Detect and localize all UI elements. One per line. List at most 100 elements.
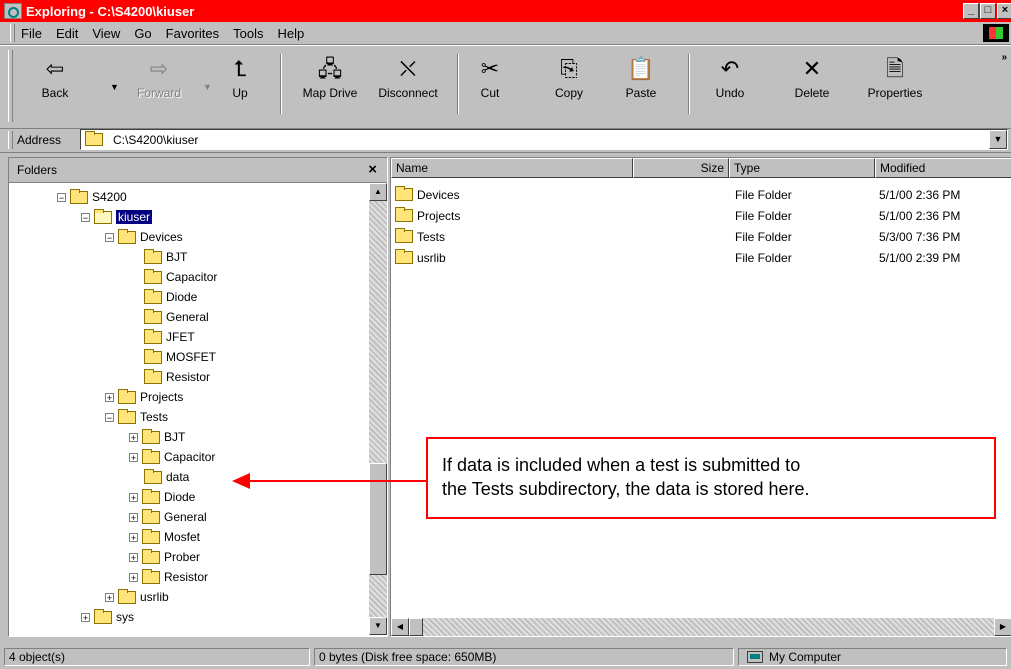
tree-item[interactable]: + BJT [129,427,185,447]
folder-icon [70,188,88,204]
callout-arrowhead-icon [232,473,250,489]
expand-icon[interactable]: + [105,392,114,402]
standard-toolbar: ⇦ Back ▼ ⇨ Forward ▼ ⮤ Up 🖧 Map Drive ⛌ … [0,45,1011,129]
tree-item[interactable]: Resistor [144,367,210,387]
folders-vertical-scrollbar[interactable]: ▲ ▼ [369,183,387,635]
disconnect-button[interactable]: ⛌ Disconnect [370,50,446,122]
properties-button[interactable]: 🗎 Properties [858,50,932,122]
undo-button[interactable]: ↶ Undo [702,50,758,122]
tree-item[interactable]: + Capacitor [129,447,215,467]
tree-item[interactable]: BJT [144,247,187,267]
paste-button[interactable]: 📋 Paste [616,50,666,122]
column-header-modified[interactable]: Modified [875,158,1011,178]
scroll-thumb[interactable] [409,618,423,636]
address-dropdown-icon[interactable]: ▼ [989,130,1007,149]
menu-grip[interactable] [10,24,15,42]
expand-icon[interactable]: + [129,532,138,542]
scroll-down-arrow-icon[interactable]: ▼ [369,617,387,635]
explorer-app-icon[interactable] [4,3,22,19]
file-row[interactable]: Projects File Folder 5/1/00 2:36 PM [391,207,1011,227]
tree-item[interactable]: General [144,307,209,327]
expand-icon[interactable]: + [129,452,138,462]
maximize-button[interactable]: □ [980,3,996,19]
tree-item[interactable]: − Devices [105,227,183,247]
scroll-up-arrow-icon[interactable]: ▲ [369,183,387,201]
tree-item[interactable]: MOSFET [144,347,216,367]
menu-help[interactable]: Help [277,26,304,41]
scroll-right-arrow-icon[interactable]: ▶ [994,618,1011,636]
map-drive-button[interactable]: 🖧 Map Drive [292,50,368,122]
folder-icon [118,388,136,404]
address-grip[interactable] [8,130,13,149]
computer-icon [747,651,763,663]
menu-tools[interactable]: Tools [233,26,263,41]
address-value[interactable]: C:\S4200\kiuser [113,133,198,147]
expand-icon[interactable]: + [129,572,138,582]
tree-item[interactable]: + Resistor [129,567,208,587]
tree-item[interactable]: JFET [144,327,195,347]
toolbar-more-chevron-icon[interactable]: » [1001,52,1007,63]
tree-item-selected[interactable]: − kiuser [81,207,153,227]
menu-favorites[interactable]: Favorites [166,26,219,41]
tree-item[interactable]: − S4200 [57,187,127,207]
up-button[interactable]: ⮤ Up [222,50,258,122]
tree-item[interactable]: + Prober [129,547,200,567]
back-history-dropdown-icon[interactable]: ▼ [110,82,119,92]
expand-icon[interactable]: + [105,592,114,602]
tree-item[interactable]: + Projects [105,387,183,407]
tree-item[interactable]: Diode [144,287,197,307]
collapse-icon[interactable]: − [105,412,114,422]
menu-view[interactable]: View [92,26,120,41]
folder-icon [142,528,160,544]
folder-icon [144,348,162,364]
callout-arrow-line [248,480,426,482]
disconnect-drive-icon: ⛌ [399,56,417,81]
title-bar[interactable]: Exploring - C:\S4200\kiuser _ □ × [0,0,1011,22]
expand-icon[interactable]: + [129,552,138,562]
folder-icon [395,207,413,222]
tree-item[interactable]: Capacitor [144,267,217,287]
delete-button[interactable]: ✕ Delete [784,50,840,122]
toolbar-grip[interactable] [8,50,13,122]
folder-icon [144,468,162,484]
menu-file[interactable]: File [21,26,42,41]
file-row[interactable]: Tests File Folder 5/3/00 7:36 PM [391,228,1011,248]
expand-icon[interactable]: + [129,492,138,502]
file-row[interactable]: Devices File Folder 5/1/00 2:36 PM [391,186,1011,206]
cut-button[interactable]: ✂ Cut [468,50,512,122]
menu-bar: File Edit View Go Favorites Tools Help [0,22,1011,45]
menu-go[interactable]: Go [134,26,151,41]
copy-button[interactable]: ⎘ Copy [544,50,594,122]
scroll-left-arrow-icon[interactable]: ◀ [391,618,409,636]
forward-button[interactable]: ⇨ Forward [128,50,190,122]
expand-icon[interactable]: + [129,512,138,522]
menu-edit[interactable]: Edit [56,26,78,41]
forward-history-dropdown-icon[interactable]: ▼ [203,82,212,92]
minimize-button[interactable]: _ [963,3,979,19]
collapse-icon[interactable]: − [105,232,114,242]
column-header-size[interactable]: Size [633,158,729,178]
tree-item[interactable]: + Diode [129,487,195,507]
expand-icon[interactable]: + [81,612,90,622]
toolbar-separator [280,54,282,114]
map-drive-icon: 🖧 [317,56,343,81]
tree-item[interactable]: + General [129,507,207,527]
close-button[interactable]: × [997,3,1011,19]
tree-item[interactable]: + usrlib [105,587,169,607]
file-list-horizontal-scrollbar[interactable]: ◀ ▶ [391,618,1011,636]
collapse-icon[interactable]: − [57,192,66,202]
tree-item[interactable]: + Mosfet [129,527,200,547]
status-location: My Computer [738,648,1007,666]
expand-icon[interactable]: + [129,432,138,442]
back-button[interactable]: ⇦ Back [30,50,80,122]
collapse-icon[interactable]: − [81,212,90,222]
file-row[interactable]: usrlib File Folder 5/1/00 2:39 PM [391,249,1011,269]
column-header-name[interactable]: Name [391,158,633,178]
folder-icon [144,248,162,264]
tree-item[interactable]: data [144,467,189,487]
address-field[interactable]: C:\S4200\kiuser ▼ [80,129,1008,150]
tree-item[interactable]: + sys [81,607,134,627]
tree-item[interactable]: − Tests [105,407,168,427]
close-folders-pane-button[interactable]: × [368,161,377,178]
column-header-type[interactable]: Type [729,158,875,178]
